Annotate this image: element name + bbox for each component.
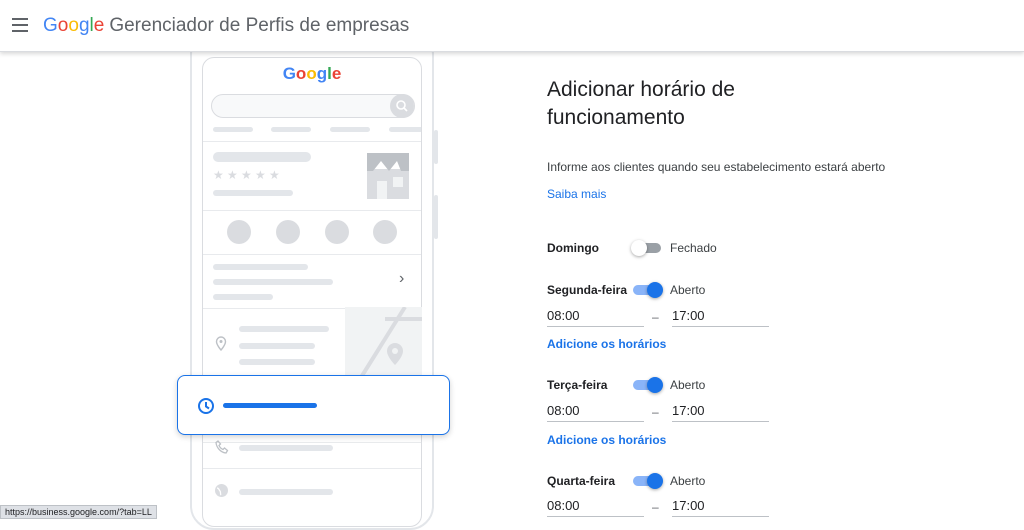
placeholder-bar — [389, 127, 421, 132]
day-label-sunday: Domingo — [547, 241, 599, 255]
placeholder-bar — [213, 127, 253, 132]
phone-side-button — [434, 195, 438, 239]
search-icon — [390, 94, 414, 118]
storefront-icon — [367, 153, 409, 199]
placeholder-bar — [213, 190, 293, 196]
wednesday-open-time-input[interactable] — [547, 495, 644, 517]
day-label-tuesday: Terça-feira — [547, 378, 608, 392]
placeholder-bar — [239, 343, 315, 349]
chevron-right-icon: › — [399, 270, 405, 287]
placeholder-bar — [271, 127, 311, 132]
placeholder-bar — [239, 445, 333, 451]
directions-icon — [276, 220, 300, 244]
monday-close-time-input[interactable] — [672, 305, 769, 327]
state-monday: Aberto — [670, 283, 706, 297]
hours-placeholder-bar — [223, 403, 317, 408]
bookmark-icon — [325, 220, 349, 244]
toggle-monday[interactable] — [631, 282, 663, 298]
placeholder-bar — [239, 326, 329, 332]
google-logo: Google — [43, 15, 105, 36]
location-pin-icon — [215, 336, 227, 352]
placeholder-bar — [213, 294, 273, 300]
page-description: Informe aos clientes quando seu estabele… — [547, 160, 886, 174]
app-brand[interactable]: Google Gerenciador de Perfis de empresas — [43, 15, 409, 37]
divider — [203, 468, 421, 469]
placeholder-bar — [213, 279, 333, 285]
placeholder-bar — [330, 127, 370, 132]
divider — [203, 210, 421, 211]
tuesday-close-time-input[interactable] — [672, 400, 769, 422]
state-tuesday: Aberto — [670, 378, 706, 392]
monday-add-hours-link[interactable]: Adicione os horários — [547, 337, 666, 351]
divider — [203, 442, 421, 443]
website-globe-icon — [373, 220, 397, 244]
illustration-google-logo: Google — [282, 64, 342, 83]
star-icon: ★ — [227, 168, 238, 182]
monday-open-time-input[interactable] — [547, 305, 644, 327]
divider — [203, 141, 421, 142]
product-name: Gerenciador de Perfis de empresas — [109, 15, 410, 36]
toggle-sunday[interactable] — [631, 240, 663, 256]
hours-highlight-card — [177, 375, 450, 435]
tuesday-open-time-input[interactable] — [547, 400, 644, 422]
placeholder-bar — [239, 359, 315, 365]
star-icon: ★ — [255, 168, 266, 182]
star-icon: ★ — [241, 168, 252, 182]
page-title: Adicionar horário de funcionamento — [547, 78, 735, 129]
toggle-tuesday[interactable] — [631, 377, 663, 393]
day-label-monday: Segunda-feira — [547, 283, 628, 297]
placeholder-bar — [239, 489, 333, 495]
top-app-bar: Google Gerenciador de Perfis de empresas — [0, 0, 1024, 52]
divider — [203, 254, 421, 255]
time-separator: – — [652, 500, 659, 514]
phone-icon — [215, 440, 229, 454]
phone-side-button — [434, 130, 438, 164]
toggle-wednesday[interactable] — [631, 473, 663, 489]
illustration-search-box — [211, 94, 415, 118]
time-separator: – — [652, 310, 659, 324]
state-wednesday: Aberto — [670, 474, 706, 488]
globe-icon — [215, 484, 228, 497]
hamburger-menu-icon[interactable] — [12, 18, 28, 32]
clock-icon — [198, 398, 214, 414]
star-icon: ★ — [213, 168, 224, 182]
time-separator: – — [652, 405, 659, 419]
wednesday-close-time-input[interactable] — [672, 495, 769, 517]
phone-screen-illustration: Google ★ ★ ★ ★ ★ › — [202, 57, 422, 527]
learn-more-link[interactable]: Saiba mais — [547, 187, 606, 201]
tuesday-add-hours-link[interactable]: Adicione os horários — [547, 433, 666, 447]
placeholder-bar — [213, 152, 311, 162]
star-icon: ★ — [269, 168, 280, 182]
browser-status-url: https://business.google.com/?tab=LL — [0, 505, 157, 519]
placeholder-bar — [213, 264, 308, 270]
state-sunday: Fechado — [670, 241, 717, 255]
phone-call-icon — [227, 220, 251, 244]
day-label-wednesday: Quarta-feira — [547, 474, 616, 488]
